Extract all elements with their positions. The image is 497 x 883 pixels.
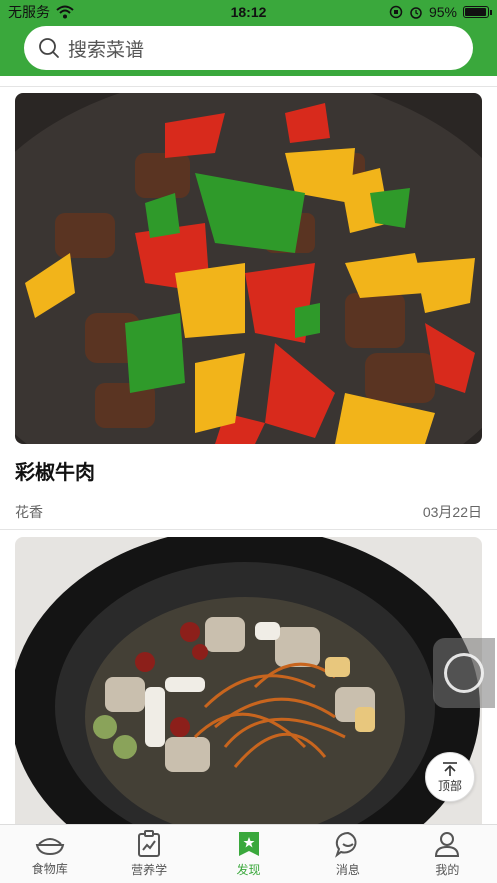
bowl-icon bbox=[35, 838, 64, 856]
tab-label: 营养学 bbox=[131, 863, 168, 877]
search-icon bbox=[39, 38, 59, 58]
message-icon bbox=[334, 831, 357, 858]
search-bar[interactable]: 搜索菜谱 bbox=[24, 26, 473, 70]
status-right: 95% bbox=[329, 4, 492, 20]
divider bbox=[0, 529, 497, 530]
assistive-touch-inner bbox=[444, 653, 484, 693]
tab-bar: 食物库 营养学 发现 消息 我的 bbox=[0, 824, 497, 883]
person-icon bbox=[435, 832, 460, 857]
orientation-lock-icon bbox=[389, 5, 403, 19]
recipe-title[interactable]: 彩椒牛肉 bbox=[15, 456, 95, 485]
arrow-up-icon bbox=[443, 761, 457, 776]
tab-food-library[interactable]: 食物库 bbox=[0, 825, 99, 883]
scroll-top-label: 顶部 bbox=[437, 778, 462, 793]
pepper-beef-photo bbox=[15, 93, 482, 444]
battery-percent: 95% bbox=[428, 4, 457, 20]
slow-cooker-photo bbox=[15, 537, 482, 824]
tab-label: 我的 bbox=[435, 863, 460, 877]
status-left: 无服务 bbox=[8, 2, 168, 22]
search-placeholder: 搜索菜谱 bbox=[68, 39, 145, 61]
recipe-meta: 花香 03月22日 bbox=[15, 502, 482, 522]
scroll-to-top-button[interactable]: 顶部 bbox=[425, 752, 475, 802]
recipe-author[interactable]: 花香 bbox=[15, 502, 43, 522]
tab-label: 食物库 bbox=[31, 862, 68, 876]
tab-discover[interactable]: 发现 bbox=[199, 825, 298, 883]
tab-nutrition[interactable]: 营养学 bbox=[99, 825, 198, 883]
status-time: 18:12 bbox=[230, 4, 267, 20]
alarm-icon bbox=[410, 7, 422, 19]
recipe-image-slow-cooker[interactable] bbox=[15, 537, 482, 824]
tab-profile[interactable]: 我的 bbox=[398, 825, 497, 883]
discover-icon bbox=[238, 832, 259, 856]
assistive-touch-button[interactable] bbox=[433, 638, 495, 708]
recipe-date: 03月22日 bbox=[422, 504, 482, 520]
tab-label: 消息 bbox=[335, 863, 360, 877]
recipe-feed[interactable]: 彩椒牛肉 花香 03月22日 bbox=[0, 76, 497, 824]
carrier-label: 无服务 bbox=[8, 4, 50, 20]
battery-icon bbox=[463, 6, 492, 18]
wifi-icon bbox=[56, 5, 74, 19]
status-bar: 无服务 18:12 95% bbox=[0, 0, 497, 24]
chart-clipboard-icon bbox=[138, 830, 161, 857]
recipe-image-pepper-beef[interactable] bbox=[15, 93, 482, 444]
battery-fill bbox=[465, 8, 486, 16]
tab-messages[interactable]: 消息 bbox=[298, 825, 397, 883]
tab-label: 发现 bbox=[236, 863, 261, 877]
divider bbox=[0, 86, 497, 87]
header: 搜索菜谱 bbox=[0, 24, 497, 76]
